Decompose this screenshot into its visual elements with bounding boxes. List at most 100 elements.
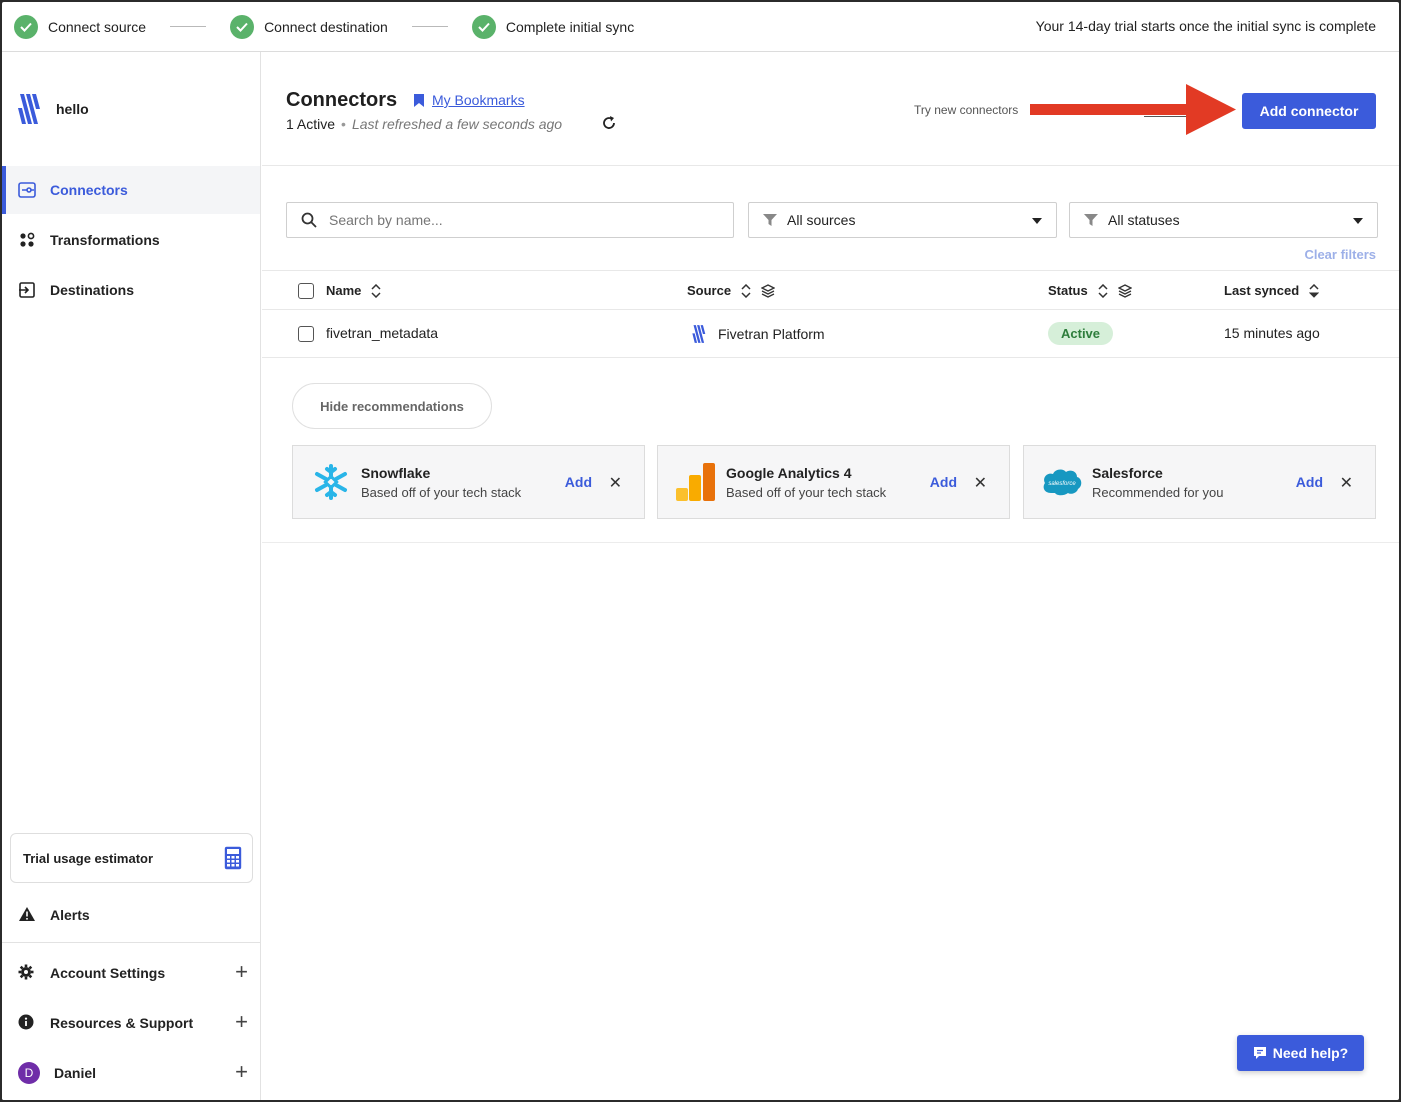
sidebar-item-label: Resources & Support <box>50 1015 194 1031</box>
sidebar-item-label: Transformations <box>50 232 160 248</box>
group-layers-icon[interactable] <box>1117 283 1132 298</box>
row-select <box>298 326 314 342</box>
app-window: Connect source Connect destination Compl… <box>2 2 1399 1100</box>
row-checkbox[interactable] <box>298 326 314 342</box>
sidebar-item-connectors[interactable]: Connectors <box>2 166 260 214</box>
statuses-filter-value: All statuses <box>1108 212 1180 228</box>
sort-desc-icon[interactable] <box>1309 283 1320 298</box>
step-connect-source: Connect source <box>14 14 147 39</box>
sidebar-item-label: Alerts <box>50 907 90 923</box>
sort-icon[interactable] <box>1098 283 1108 298</box>
add-recommendation-button[interactable]: Add <box>1296 474 1323 490</box>
sources-filter-value: All sources <box>787 212 856 228</box>
chevron-down-icon <box>1032 218 1042 224</box>
step-connect-destination: Connect destination <box>230 14 388 39</box>
sidebar-item-account-settings[interactable]: Account Settings + <box>2 948 260 998</box>
check-circle-icon <box>230 14 255 39</box>
dismiss-close-icon[interactable]: ✕ <box>974 473 987 493</box>
status-badge: Active <box>1048 322 1114 345</box>
sidebar-item-label: Destinations <box>50 282 135 298</box>
add-connector-button[interactable]: Add connector <box>1242 93 1376 129</box>
warning-icon <box>18 906 36 924</box>
column-label: Last synced <box>1224 283 1300 298</box>
dismiss-close-icon[interactable]: ✕ <box>1340 473 1353 493</box>
svg-text:salesforce: salesforce <box>1048 481 1076 487</box>
recommendation-card-google-analytics: Google Analytics 4 Based off of your tec… <box>657 445 1010 519</box>
sidebar-divider <box>2 942 260 943</box>
search-input[interactable] <box>329 212 709 228</box>
user-name: Daniel <box>54 1065 97 1081</box>
column-name[interactable]: Name <box>326 283 381 298</box>
sidebar-item-label: Account Settings <box>50 965 166 981</box>
try-new-connectors-text: Try new connectors <box>914 103 1019 117</box>
column-label: Source <box>687 283 732 298</box>
google-analytics-logo-icon <box>674 460 718 504</box>
group-layers-icon[interactable] <box>761 283 776 298</box>
sidebar-item-user[interactable]: D Daniel + <box>2 1048 260 1098</box>
sidebar: hello Connectors Transformations Destina… <box>2 52 261 1100</box>
refresh-icon[interactable] <box>600 114 618 132</box>
sidebar-item-destinations[interactable]: Destinations <box>2 266 260 314</box>
add-recommendation-button[interactable]: Add <box>930 474 957 490</box>
table-header: Name Source Status Last synced <box>262 270 1399 310</box>
recommendation-name: Salesforce <box>1092 464 1163 481</box>
trial-usage-estimator[interactable]: Trial usage estimator <box>10 833 253 883</box>
my-bookmarks-link[interactable]: My Bookmarks <box>414 92 525 108</box>
recommendations-divider <box>262 542 1399 543</box>
expand-plus-icon[interactable]: + <box>235 1061 248 1083</box>
check-circle-icon <box>14 14 38 39</box>
header-divider <box>262 165 1399 166</box>
need-help-button[interactable]: Need help? <box>1237 1035 1364 1071</box>
expand-plus-icon[interactable]: + <box>235 961 248 983</box>
step-label: Connect destination <box>264 18 388 35</box>
table-row[interactable]: fivetran_metadata Fivetran Platform Acti… <box>262 310 1399 358</box>
brand[interactable]: hello <box>18 92 89 126</box>
bullet-separator: • <box>341 116 346 132</box>
gear-icon <box>18 964 36 982</box>
info-icon <box>18 1014 36 1032</box>
last-refreshed: Last refreshed a few seconds ago <box>351 116 563 132</box>
recommendation-text: Snowflake Based off of your tech stack <box>361 465 521 500</box>
step-connector-line <box>170 26 207 27</box>
step-connector-line <box>411 26 448 27</box>
last-synced-value: 15 minutes ago <box>1224 325 1320 341</box>
sources-filter-dropdown[interactable]: All sources <box>748 202 1057 238</box>
salesforce-logo-icon: salesforce <box>1040 460 1084 504</box>
statuses-filter-dropdown[interactable]: All statuses <box>1069 202 1378 238</box>
transformations-icon <box>18 231 36 249</box>
column-label: Name <box>326 283 362 298</box>
sort-icon[interactable] <box>371 283 381 298</box>
recommendation-description: Recommended for you <box>1092 484 1224 500</box>
active-count: 1 Active <box>286 116 336 132</box>
expand-plus-icon[interactable]: + <box>235 1011 248 1033</box>
sidebar-item-resources-support[interactable]: Resources & Support + <box>2 998 260 1048</box>
clear-filters-link[interactable]: Clear filters <box>1304 247 1376 262</box>
sidebar-item-transformations[interactable]: Transformations <box>2 216 260 264</box>
search-box[interactable] <box>286 202 734 238</box>
connector-name[interactable]: fivetran_metadata <box>326 325 438 341</box>
column-status[interactable]: Status <box>1048 283 1132 298</box>
fivetran-logo-icon <box>692 325 706 343</box>
need-help-label: Need help? <box>1272 1045 1349 1061</box>
step-complete-sync: Complete initial sync <box>471 14 634 39</box>
chat-icon <box>1253 1047 1266 1059</box>
sort-icon[interactable] <box>741 283 751 298</box>
select-all-checkbox[interactable] <box>298 283 314 299</box>
column-last-synced[interactable]: Last synced <box>1224 283 1320 298</box>
add-recommendation-button[interactable]: Add <box>565 474 592 490</box>
red-arrow-annotation <box>1030 84 1236 135</box>
recommendation-description: Based off of your tech stack <box>726 484 887 500</box>
dismiss-close-icon[interactable]: ✕ <box>609 473 622 493</box>
hide-recommendations-button[interactable]: Hide recommendations <box>292 383 492 429</box>
sidebar-item-alerts[interactable]: Alerts <box>2 890 260 940</box>
onboarding-progress-bar: Connect source Connect destination Compl… <box>2 2 1399 52</box>
recommendation-card-salesforce: salesforce Salesforce Recommended for yo… <box>1023 445 1376 519</box>
check-circle-icon <box>471 14 496 39</box>
recommendation-name: Google Analytics 4 <box>726 464 852 481</box>
step-label: Connect source <box>48 18 147 35</box>
select-all-column <box>298 283 314 299</box>
recommendation-description: Based off of your tech stack <box>361 484 522 500</box>
recommendation-text: Google Analytics 4 Based off of your tec… <box>726 465 886 500</box>
column-source[interactable]: Source <box>687 283 776 298</box>
recommendation-text: Salesforce Recommended for you <box>1092 465 1224 500</box>
